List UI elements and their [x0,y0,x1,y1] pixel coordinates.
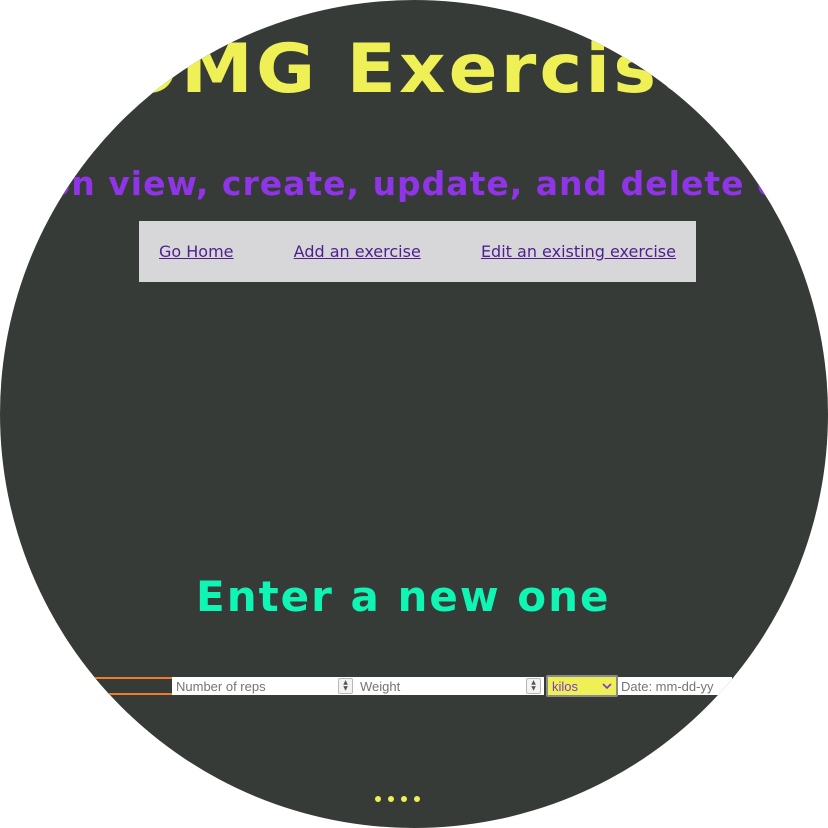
page-title: OMG Exercise [116,30,712,109]
pager-dots [375,796,420,802]
nav-link-add-exercise[interactable]: Add an exercise [294,242,421,261]
weight-field-wrapper: ▲ ▼ [356,677,544,695]
exercise-name-field[interactable] [92,677,172,695]
weight-input[interactable] [356,677,526,695]
chevron-down-icon [602,683,612,690]
form-heading: Enter a new one [196,572,611,621]
stepper-down-icon[interactable]: ▼ [343,686,348,692]
pager-dot[interactable] [388,796,394,802]
pager-dot[interactable] [414,796,420,802]
unit-select-value: kilos [552,678,579,694]
nav-link-go-home[interactable]: Go Home [159,242,234,261]
date-field-wrapper [618,677,732,695]
page-subtitle: on view, create, update, and delete e [47,164,781,203]
exercise-form: ▲ ▼ ▲ ▼ kilos [92,675,732,697]
unit-select[interactable]: kilos [546,675,618,697]
reps-stepper[interactable]: ▲ ▼ [338,678,353,694]
app-screen: OMG Exercise on view, create, update, an… [0,0,828,828]
nav-link-edit-exercise[interactable]: Edit an existing exercise [481,242,676,261]
date-input[interactable] [618,677,732,695]
reps-field-wrapper: ▲ ▼ [172,677,356,695]
pager-dot[interactable] [375,796,381,802]
weight-stepper[interactable]: ▲ ▼ [526,678,541,694]
nav-bar: Go Home Add an exercise Edit an existing… [139,221,696,282]
pager-dot[interactable] [401,796,407,802]
reps-input[interactable] [172,677,338,695]
stepper-down-icon[interactable]: ▼ [531,686,536,692]
